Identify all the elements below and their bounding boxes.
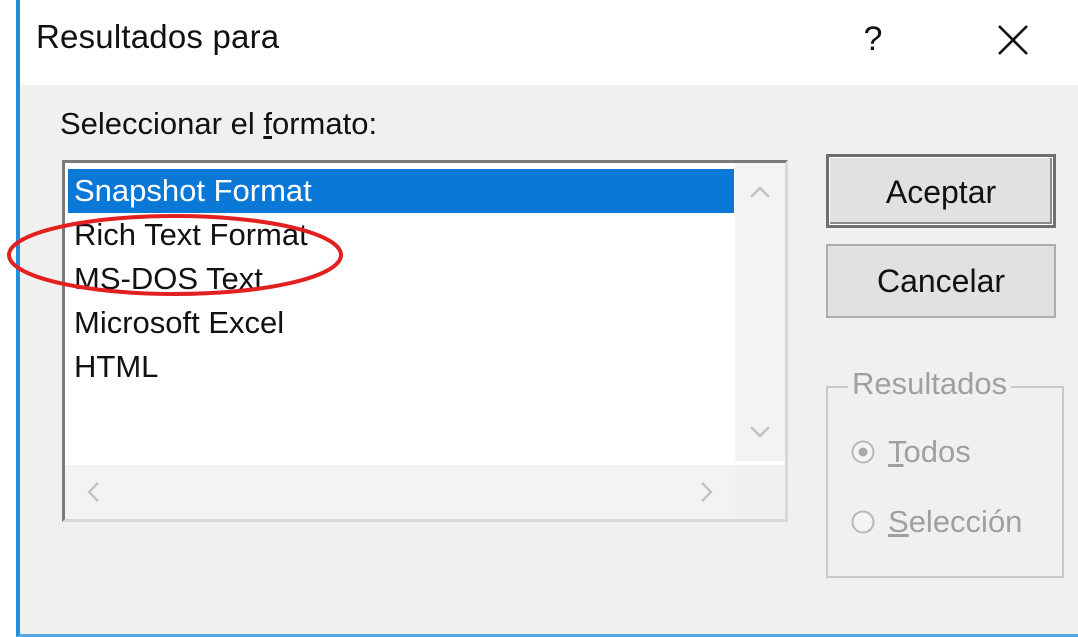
title-bar: Resultados para ? xyxy=(20,0,1078,85)
scrollbar-corner xyxy=(735,465,785,519)
format-label: Seleccionar el formato: xyxy=(60,106,377,142)
radio-todos-label: Todos xyxy=(888,434,971,470)
scroll-down-arrow[interactable] xyxy=(745,417,775,447)
list-item-microsoft-excel[interactable]: Microsoft Excel xyxy=(68,301,734,345)
help-button[interactable]: ? xyxy=(848,14,898,64)
list-item-rich-text-format[interactable]: Rich Text Format xyxy=(68,213,734,257)
vertical-scrollbar[interactable] xyxy=(735,163,785,461)
format-list: Snapshot Format Rich Text Format MS-DOS … xyxy=(68,169,734,389)
chevron-left-icon xyxy=(87,482,99,502)
list-item-snapshot-format[interactable]: Snapshot Format xyxy=(68,169,734,213)
cancel-button[interactable]: Cancelar xyxy=(826,244,1056,318)
radio-seleccion-accelerator: S xyxy=(888,504,909,539)
format-label-suffix: ormato: xyxy=(271,106,378,141)
format-label-prefix: Seleccionar el xyxy=(60,106,264,141)
accept-button[interactable]: Aceptar xyxy=(826,154,1056,228)
results-groupbox: Resultados Todos Selección xyxy=(826,366,1064,578)
close-button[interactable] xyxy=(985,12,1041,68)
results-group-legend: Resultados xyxy=(848,366,1012,402)
dialog-title: Resultados para xyxy=(36,18,280,55)
horizontal-scrollbar[interactable] xyxy=(65,465,735,519)
radio-todos-accelerator: T xyxy=(888,434,904,469)
chevron-up-icon xyxy=(750,186,770,198)
radio-checked-icon xyxy=(850,439,876,465)
export-dialog: Resultados para ? Seleccionar el formato… xyxy=(16,0,1078,637)
radio-unchecked-icon xyxy=(850,509,876,535)
chevron-right-icon xyxy=(701,482,713,502)
format-listbox[interactable]: Snapshot Format Rich Text Format MS-DOS … xyxy=(62,160,788,522)
radio-seleccion-text: elección xyxy=(908,504,1023,539)
radio-todos[interactable]: Todos xyxy=(850,432,971,472)
radio-seleccion-label: Selección xyxy=(888,504,1022,540)
format-label-accelerator: f xyxy=(263,106,272,141)
scroll-up-arrow[interactable] xyxy=(745,177,775,207)
radio-seleccion[interactable]: Selección xyxy=(850,502,1022,542)
radio-todos-text: odos xyxy=(903,434,971,469)
chevron-down-icon xyxy=(750,426,770,438)
scroll-right-arrow[interactable] xyxy=(691,477,721,507)
scroll-left-arrow[interactable] xyxy=(79,477,109,507)
list-item-ms-dos-text[interactable]: MS-DOS Text xyxy=(68,257,734,301)
close-icon xyxy=(998,25,1028,55)
list-item-html[interactable]: HTML xyxy=(68,345,734,389)
